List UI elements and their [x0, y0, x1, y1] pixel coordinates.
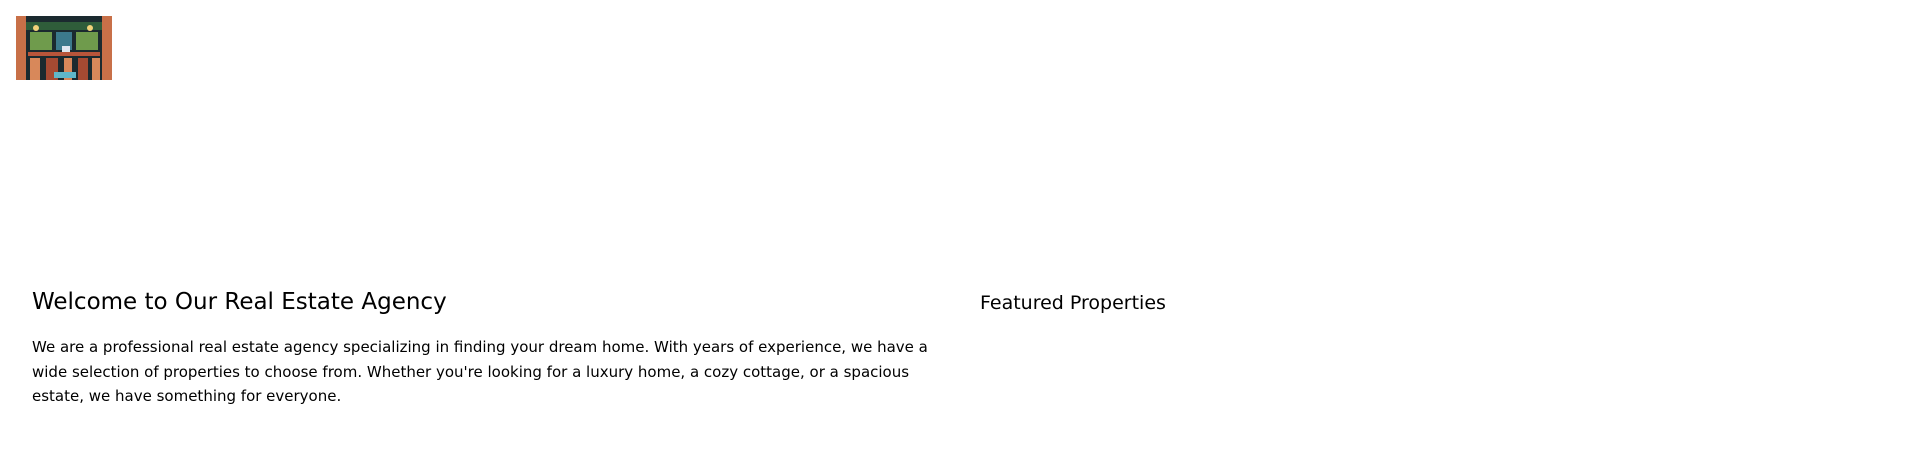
featured-properties-title: Featured Properties: [980, 292, 1166, 314]
building-facade-logo-icon: [16, 16, 112, 80]
intro-section: Welcome to Our Real Estate Agency We are…: [32, 287, 942, 409]
intro-title: Welcome to Our Real Estate Agency: [32, 289, 447, 315]
logo-image[interactable]: [16, 16, 112, 80]
intro-body: We are a professional real estate agency…: [32, 338, 928, 405]
featured-properties-section: Featured Properties: [980, 290, 1880, 316]
